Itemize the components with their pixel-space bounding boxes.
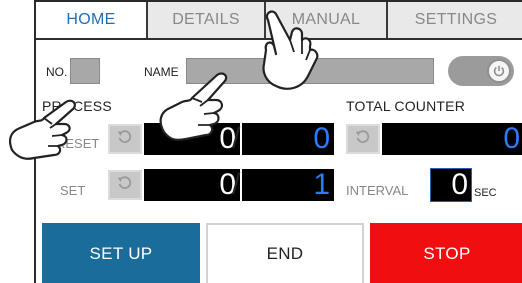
reset-process-button[interactable] bbox=[108, 124, 142, 154]
reset-total-button[interactable] bbox=[346, 124, 380, 154]
set-row-label: SET bbox=[60, 183, 86, 198]
interval-value[interactable]: 0 bbox=[430, 168, 472, 202]
hand-pointer-icon bbox=[0, 88, 90, 168]
total-counter-value: 0 bbox=[382, 123, 522, 155]
reset-icon bbox=[116, 174, 134, 197]
tab-settings[interactable]: SETTINGS bbox=[388, 2, 522, 38]
no-label: NO. bbox=[46, 65, 68, 79]
process-reset-target: 0 bbox=[242, 123, 334, 155]
interval-label: INTERVAL bbox=[346, 183, 409, 198]
hand-pointer-icon bbox=[242, 2, 328, 100]
reset-set-button[interactable] bbox=[108, 170, 142, 200]
process-set-target[interactable]: 1 bbox=[242, 169, 334, 201]
no-field[interactable] bbox=[70, 58, 100, 84]
stop-button[interactable]: STOP bbox=[370, 223, 522, 283]
end-button[interactable]: END bbox=[206, 223, 364, 283]
setup-button[interactable]: SET UP bbox=[42, 223, 200, 283]
tab-home[interactable]: HOME bbox=[36, 2, 148, 38]
hand-pointer-icon bbox=[148, 62, 244, 150]
power-icon bbox=[487, 59, 511, 83]
power-toggle[interactable] bbox=[448, 56, 514, 86]
total-counter-title: TOTAL COUNTER bbox=[346, 98, 466, 114]
reset-icon bbox=[354, 128, 372, 151]
interval-unit: SEC bbox=[474, 187, 497, 199]
separator: / bbox=[232, 168, 241, 201]
reset-icon bbox=[116, 128, 134, 151]
process-set-current: 0 bbox=[144, 169, 240, 201]
